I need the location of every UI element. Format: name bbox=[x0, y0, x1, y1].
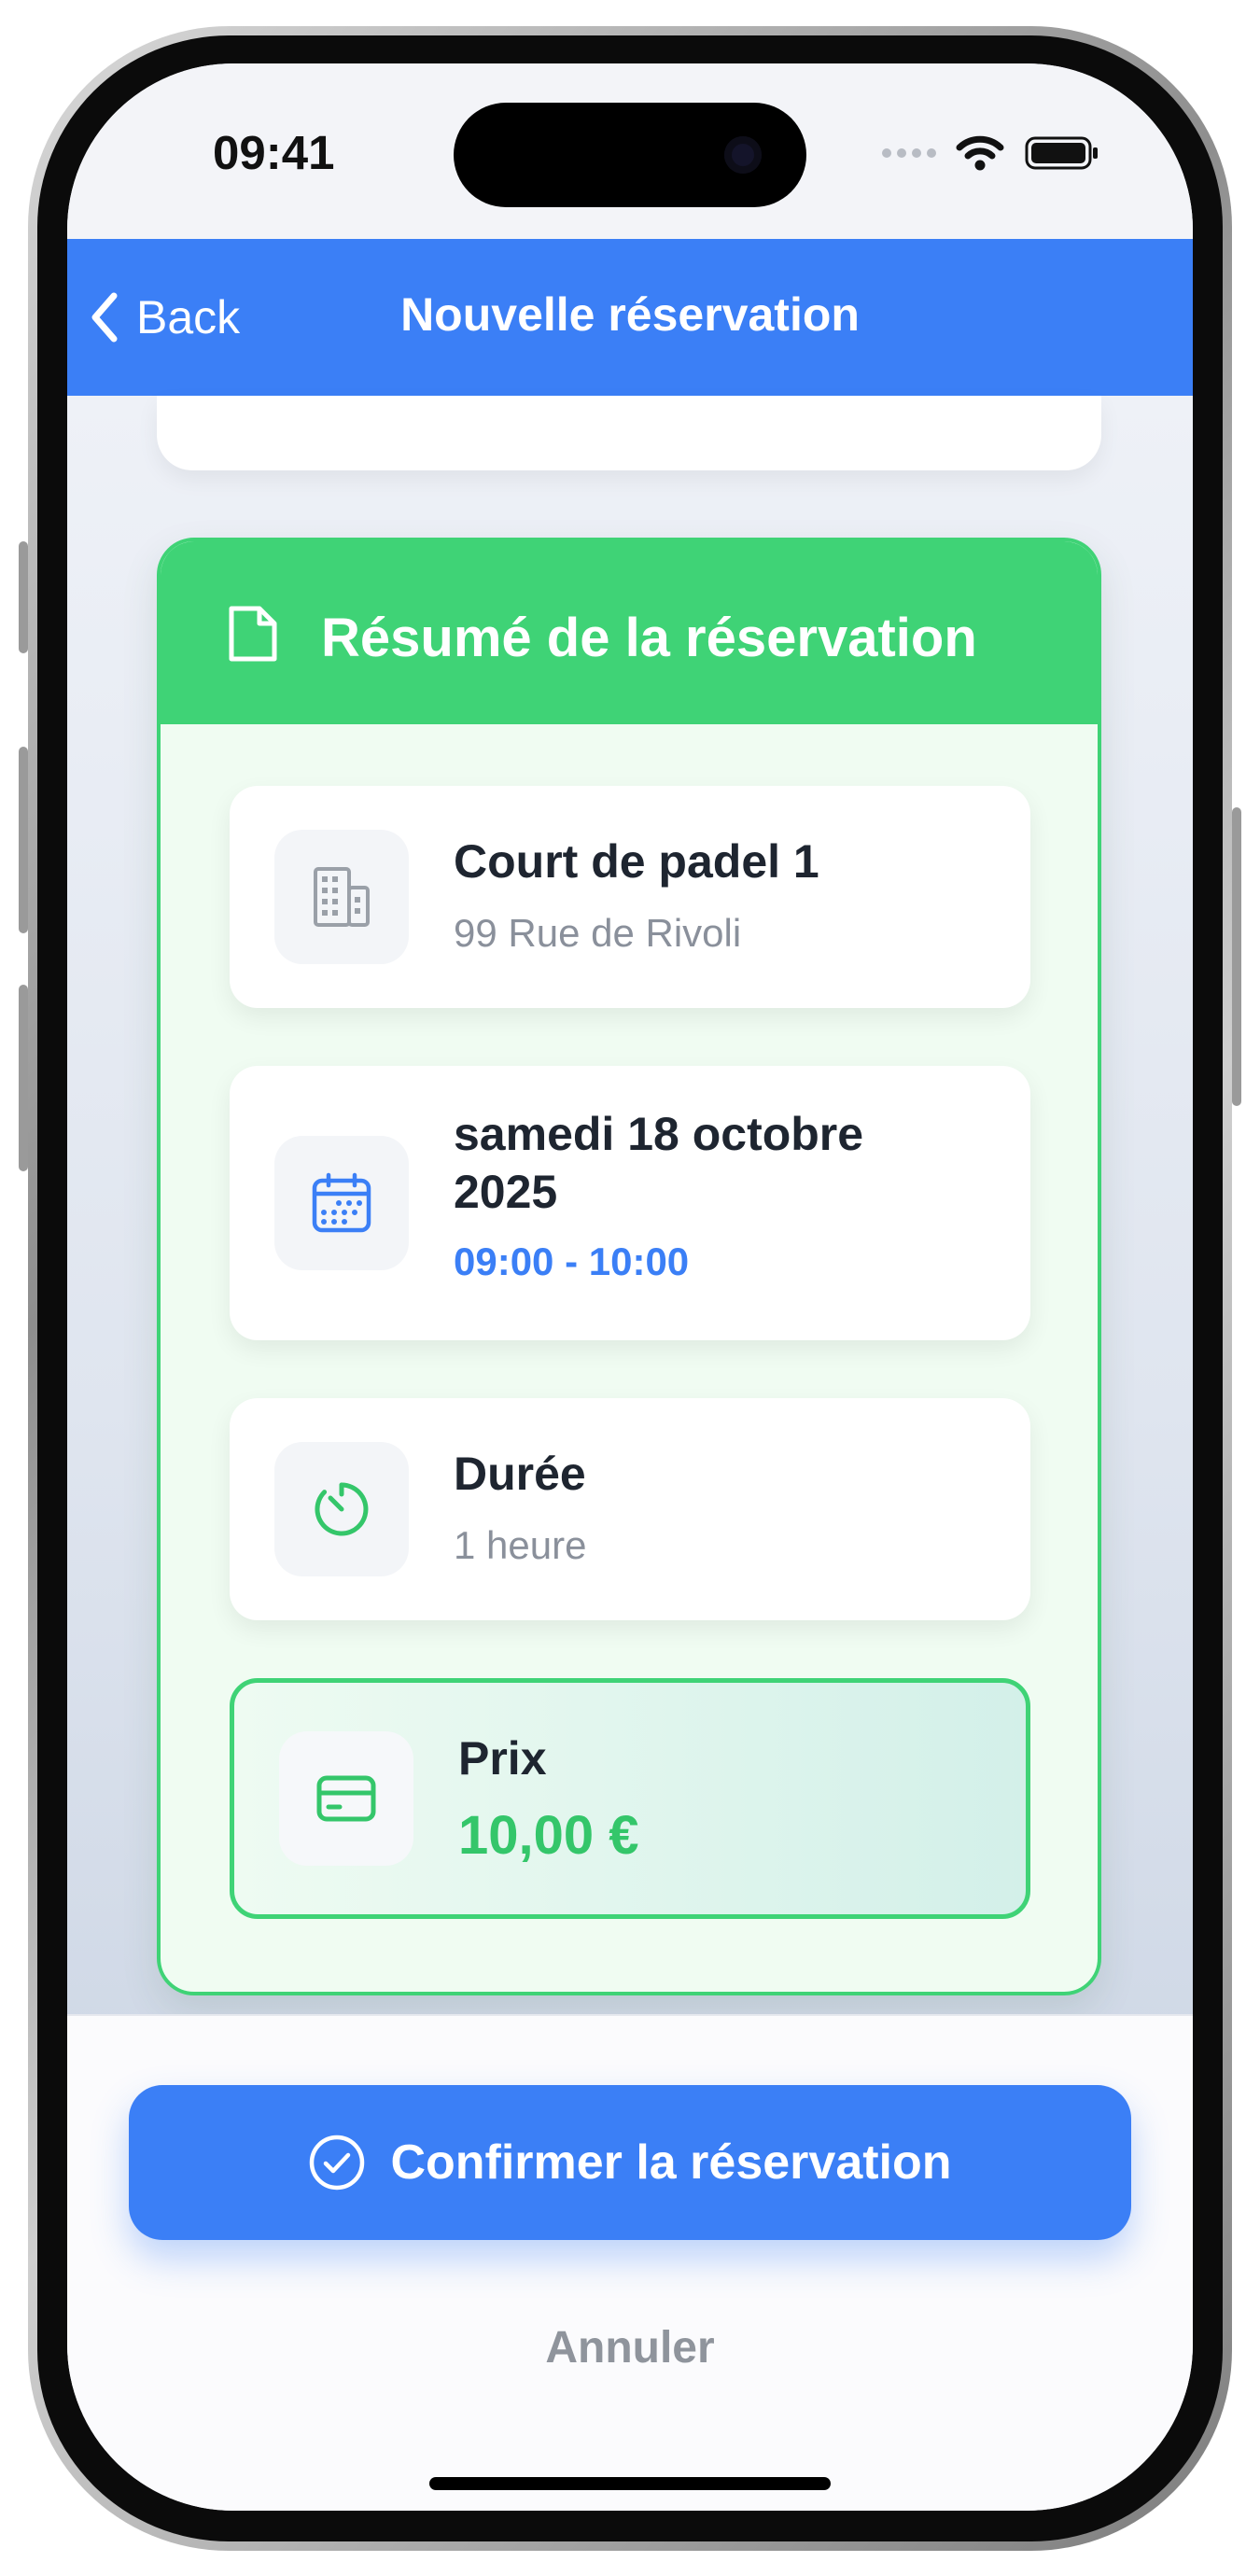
confirm-booking-label: Confirmer la réservation bbox=[390, 2135, 952, 2190]
price-label: Prix bbox=[458, 1732, 547, 1785]
volume-down-button bbox=[19, 985, 28, 1171]
time-range: 09:00 - 10:00 bbox=[454, 1239, 690, 1283]
camera-icon bbox=[724, 136, 762, 174]
date-icon-box bbox=[274, 1136, 409, 1270]
court-address: 99 Rue de Rivoli bbox=[454, 911, 742, 955]
booking-summary-card: Résumé de la réservation Court de padel … bbox=[157, 538, 1101, 1995]
signal-dots-icon bbox=[882, 148, 936, 158]
home-indicator[interactable] bbox=[429, 2477, 831, 2490]
power-button bbox=[1232, 807, 1241, 1106]
duration-card: Durée 1 heure bbox=[230, 1398, 1030, 1620]
price-icon-box bbox=[279, 1731, 413, 1866]
check-circle-icon bbox=[310, 2135, 365, 2191]
document-icon bbox=[229, 606, 277, 662]
court-card: Court de padel 1 99 Rue de Rivoli bbox=[230, 786, 1030, 1008]
duration-label: Durée bbox=[454, 1448, 586, 1500]
summary-title: Résumé de la réservation bbox=[321, 608, 977, 668]
page-title: Nouvelle réservation bbox=[400, 288, 860, 341]
duration-value: 1 heure bbox=[454, 1523, 587, 1567]
date-card: samedi 18 octobre 2025 09:00 - 10:00 bbox=[230, 1066, 1030, 1340]
dynamic-island bbox=[454, 103, 806, 207]
price-value: 10,00 € bbox=[458, 1805, 639, 1866]
court-name: Court de padel 1 bbox=[454, 835, 819, 888]
timer-icon bbox=[315, 1482, 369, 1536]
cancel-button[interactable]: Annuler bbox=[67, 2322, 1193, 2373]
wifi-icon bbox=[956, 135, 1004, 171]
duration-icon-box bbox=[274, 1442, 409, 1576]
date-line-1: samedi 18 octobre bbox=[454, 1108, 864, 1160]
summary-header: Résumé de la réservation bbox=[161, 541, 1098, 724]
scroll-content[interactable]: Résumé de la réservation Court de padel … bbox=[67, 396, 1193, 2083]
confirm-booking-button[interactable]: Confirmer la réservation bbox=[129, 2085, 1131, 2240]
action-button bbox=[19, 541, 28, 653]
credit-card-icon bbox=[316, 1775, 376, 1822]
action-footer: Confirmer la réservation Annuler bbox=[67, 2014, 1193, 2511]
status-icons bbox=[881, 134, 1099, 172]
calendar-icon bbox=[312, 1172, 371, 1233]
battery-icon bbox=[1025, 136, 1098, 170]
date-line-2: 2025 bbox=[454, 1166, 558, 1218]
status-bar: 09:41 bbox=[67, 63, 1193, 239]
court-icon-box bbox=[274, 830, 409, 964]
previous-card bbox=[157, 396, 1101, 470]
price-card: Prix 10,00 € bbox=[230, 1678, 1030, 1919]
screen: 09:41 Back Nouvelle réservation Résumé d… bbox=[67, 63, 1193, 2511]
building-icon bbox=[314, 867, 370, 927]
navigation-bar: Back Nouvelle réservation bbox=[67, 239, 1193, 396]
volume-up-button bbox=[19, 747, 28, 933]
status-time: 09:41 bbox=[213, 126, 335, 179]
